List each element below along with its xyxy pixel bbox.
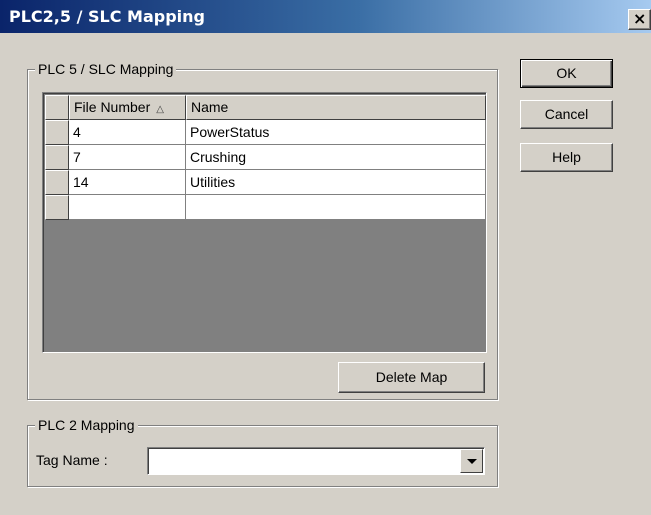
table-cell-file-number[interactable]: 7 — [69, 145, 186, 170]
column-header-name[interactable]: Name — [186, 95, 486, 120]
table-cell-file-number[interactable] — [69, 195, 186, 220]
table-cell-file-number[interactable]: 4 — [69, 120, 186, 145]
table-cell-name[interactable] — [186, 195, 486, 220]
column-header-name-label: Name — [191, 99, 229, 115]
plc2-mapping-legend: PLC 2 Mapping — [35, 417, 138, 433]
header-corner — [45, 95, 69, 120]
plc5-slc-mapping-legend: PLC 5 / SLC Mapping — [35, 61, 177, 77]
close-icon: × — [633, 9, 647, 28]
tag-name-combobox[interactable] — [147, 447, 485, 475]
row-selector[interactable] — [45, 170, 69, 195]
row-selector[interactable] — [45, 195, 69, 220]
chevron-down-icon — [467, 459, 477, 464]
table-cell-name[interactable]: Crushing — [186, 145, 486, 170]
dropdown-button[interactable] — [460, 449, 483, 473]
close-button[interactable]: × — [628, 9, 651, 30]
row-selector[interactable] — [45, 145, 69, 170]
help-button[interactable]: Help — [520, 143, 613, 172]
delete-map-button[interactable]: Delete Map — [338, 362, 485, 393]
title-bar[interactable]: PLC2,5 / SLC Mapping × — [0, 0, 651, 33]
tag-name-label: Tag Name : — [36, 452, 108, 468]
ok-button[interactable]: OK — [520, 59, 613, 88]
sort-ascending-icon: △ — [156, 104, 164, 115]
column-header-file-number[interactable]: File Number △ — [69, 95, 186, 120]
table-cell-name[interactable]: Utilities — [186, 170, 486, 195]
column-header-file-number-label: File Number — [74, 99, 151, 115]
window-title: PLC2,5 / SLC Mapping — [9, 7, 205, 26]
mapping-table[interactable]: File Number △ Name 4 PowerStatus 7 Crushi… — [42, 92, 487, 353]
table-cell-name[interactable]: PowerStatus — [186, 120, 486, 145]
row-selector[interactable] — [45, 120, 69, 145]
cancel-button[interactable]: Cancel — [520, 100, 613, 129]
table-cell-file-number[interactable]: 14 — [69, 170, 186, 195]
